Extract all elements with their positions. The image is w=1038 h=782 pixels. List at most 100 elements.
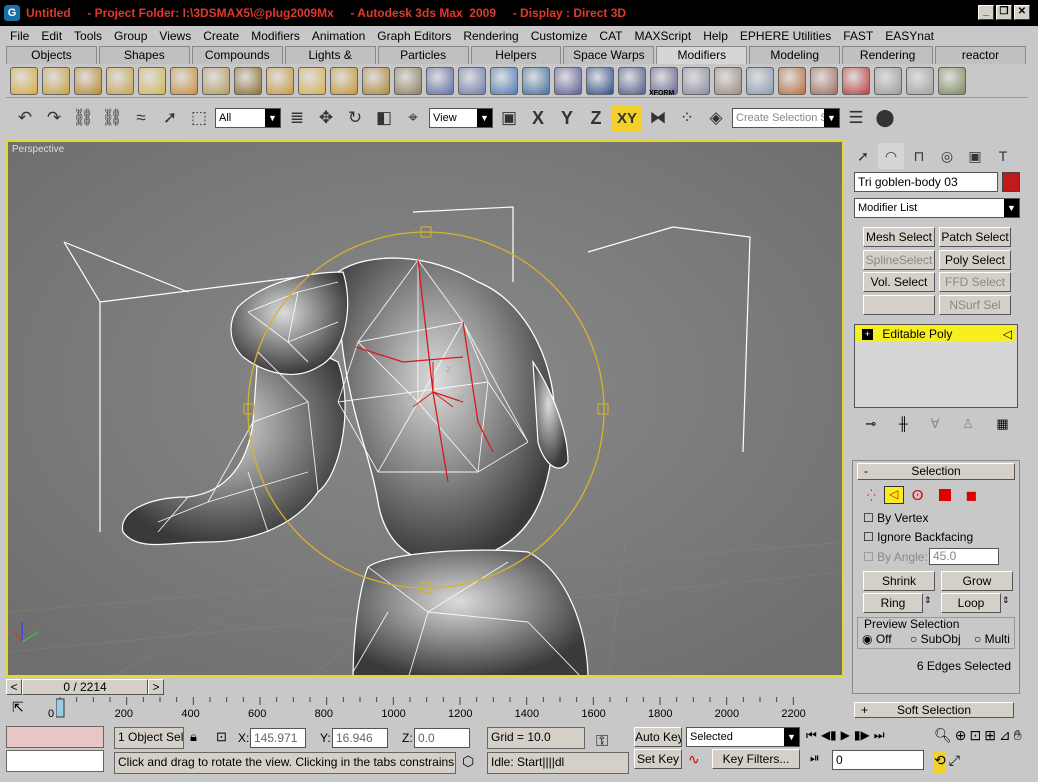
key-icon[interactable]: ⚿ bbox=[596, 733, 608, 751]
cage-icon[interactable] bbox=[714, 66, 742, 95]
menu-fast[interactable]: FAST bbox=[843, 29, 873, 43]
box-icon[interactable] bbox=[746, 66, 774, 95]
tab-reactor[interactable]: reactor bbox=[935, 46, 1026, 64]
selection-rollout-header[interactable]: - Selection bbox=[857, 463, 1015, 480]
menu-graph-editors[interactable]: Graph Editors bbox=[377, 29, 451, 43]
zoom-icon[interactable]: 🔍︎ bbox=[934, 727, 952, 749]
tab-objects[interactable]: Objects bbox=[6, 46, 97, 64]
grid-icon[interactable] bbox=[682, 66, 710, 95]
selection-region-icon[interactable]: ⬚ bbox=[186, 105, 212, 131]
grow-button[interactable]: Grow bbox=[941, 571, 1013, 591]
skin-icon[interactable] bbox=[394, 66, 422, 95]
tab-modifiers[interactable]: Modifiers bbox=[656, 46, 748, 64]
uvw-map-icon[interactable] bbox=[266, 66, 294, 95]
array-icon[interactable]: ⁘ bbox=[674, 105, 700, 131]
soft-selection-rollout-header[interactable]: + Soft Selection bbox=[854, 702, 1014, 718]
object-color-swatch[interactable] bbox=[1002, 172, 1020, 192]
tab-compounds[interactable]: Compounds bbox=[191, 46, 283, 64]
utilities-tab-icon[interactable]: T bbox=[990, 143, 1016, 169]
next-frame-button[interactable]: > bbox=[148, 679, 164, 695]
poly-select-button[interactable]: Poly Select bbox=[939, 250, 1011, 270]
arc-rotate-icon[interactable]: ⟲ bbox=[934, 751, 946, 773]
show-end-result-icon[interactable]: ╫ bbox=[899, 416, 908, 436]
key-mode-toggle-icon[interactable]: ⏯ bbox=[810, 751, 820, 766]
set-key-button[interactable]: Set Key bbox=[634, 749, 682, 769]
redo-icon[interactable]: ↷ bbox=[41, 105, 67, 131]
menu-create[interactable]: Create bbox=[203, 29, 239, 43]
axis-z-button[interactable]: Z bbox=[583, 105, 609, 131]
menu-animation[interactable]: Animation bbox=[312, 29, 365, 43]
menu-customize[interactable]: Customize bbox=[531, 29, 588, 43]
selection-filter-dropdown[interactable]: All bbox=[215, 108, 281, 128]
x-coord-field[interactable]: 145.971 bbox=[250, 728, 306, 748]
menu-maxscript[interactable]: MAXScript bbox=[635, 29, 692, 43]
auto-key-button[interactable]: Auto Key bbox=[634, 727, 682, 747]
zoom-extents-all-icon[interactable]: ⊞ bbox=[984, 727, 996, 749]
empty-modifier-button[interactable] bbox=[863, 295, 935, 315]
lathe-icon[interactable] bbox=[202, 66, 230, 95]
layer-manager-icon[interactable]: ☰ bbox=[843, 105, 869, 131]
undo-icon[interactable]: ↶ bbox=[12, 105, 38, 131]
tab-particles[interactable]: Particles bbox=[377, 46, 469, 64]
modifier-list-dropdown[interactable]: Modifier List bbox=[854, 198, 1020, 218]
create-tab-icon[interactable]: ➚ bbox=[850, 143, 876, 169]
loop-button[interactable]: Loop bbox=[941, 593, 1001, 613]
taper-icon[interactable] bbox=[42, 66, 70, 95]
time-slider-thumb[interactable]: 0 / 2214 bbox=[22, 679, 148, 695]
menu-tools[interactable]: Tools bbox=[74, 29, 102, 43]
y-coord-field[interactable]: 16.946 bbox=[332, 728, 388, 748]
axis-x-button[interactable]: X bbox=[525, 105, 551, 131]
render-icon[interactable] bbox=[938, 66, 966, 95]
menu-help[interactable]: Help bbox=[703, 29, 728, 43]
maxscript-listener-pink[interactable] bbox=[6, 726, 104, 748]
menu-edit[interactable]: Edit bbox=[41, 29, 62, 43]
menu-modifiers[interactable]: Modifiers bbox=[251, 29, 300, 43]
reference-coordinate-dropdown[interactable]: View bbox=[429, 108, 493, 128]
named-selection-sets-dropdown[interactable]: Create Selection Set bbox=[732, 108, 840, 128]
close-icon[interactable]: ✕ bbox=[1014, 5, 1030, 20]
track-bar[interactable]: ⇱ 0 200 400 600 800 1000 1200 1400 1600 1800 2000 2… bbox=[6, 697, 844, 723]
globe-icon[interactable] bbox=[778, 66, 806, 95]
viewport-label[interactable]: Perspective bbox=[12, 144, 64, 155]
spline-select-button[interactable]: SplineSelect bbox=[863, 250, 935, 270]
select-arrow-icon[interactable]: ➚ bbox=[157, 105, 183, 131]
previous-frame-button[interactable]: < bbox=[6, 679, 22, 695]
pan-icon[interactable]: ✋︎ bbox=[1014, 727, 1022, 749]
scale-icon[interactable]: ◧ bbox=[371, 105, 397, 131]
menu-ephere-utilities[interactable]: EPHERE Utilities bbox=[740, 29, 831, 43]
tab-rendering[interactable]: Rendering bbox=[842, 46, 934, 64]
curve-editor-icon[interactable]: ◈ bbox=[703, 105, 729, 131]
noise-icon[interactable] bbox=[106, 66, 134, 95]
zoom-extents-icon[interactable]: ⊡ bbox=[970, 727, 982, 749]
preview-subobj-radio[interactable]: ○ SubObj bbox=[910, 632, 961, 646]
mesh-select-button[interactable]: Mesh Select bbox=[863, 227, 935, 247]
cylinder-icon[interactable] bbox=[618, 66, 646, 95]
motion-tab-icon[interactable]: ◎ bbox=[934, 143, 960, 169]
perspective-viewport[interactable]: z x y Perspective bbox=[6, 140, 844, 677]
symmetry-icon[interactable] bbox=[842, 66, 870, 95]
open-mini-curve-editor-icon[interactable]: ⇱ bbox=[12, 699, 24, 716]
modify-tab-icon[interactable]: ◠ bbox=[878, 143, 904, 169]
menu-rendering[interactable]: Rendering bbox=[463, 29, 518, 43]
lattice-icon[interactable] bbox=[330, 66, 358, 95]
bend-icon[interactable] bbox=[10, 66, 38, 95]
loop-spinner-icon[interactable]: ⇕ bbox=[1002, 595, 1010, 606]
select-by-name-icon[interactable]: ≣ bbox=[284, 105, 310, 131]
by-vertex-checkbox[interactable]: ☐ By Vertex bbox=[863, 511, 928, 525]
key-mode-dropdown[interactable]: Selected bbox=[686, 727, 800, 747]
make-unique-icon[interactable]: ∀ bbox=[931, 416, 940, 436]
tab-shapes[interactable]: Shapes bbox=[98, 46, 190, 64]
menu-file[interactable]: File bbox=[10, 29, 29, 43]
absolute-mode-icon[interactable]: ⊡ bbox=[216, 729, 227, 745]
sphere-icon[interactable] bbox=[586, 66, 614, 95]
wrap-icon[interactable] bbox=[458, 66, 486, 95]
play-icon[interactable]: ▶ bbox=[841, 728, 850, 746]
previous-key-icon[interactable]: ◀▮ bbox=[821, 728, 837, 746]
menu-group[interactable]: Group bbox=[114, 29, 147, 43]
extrude-icon[interactable] bbox=[234, 66, 262, 95]
unlink-icon[interactable]: ⛓ bbox=[99, 105, 125, 131]
morph-icon[interactable] bbox=[426, 66, 454, 95]
menu-easynat[interactable]: EASYnat bbox=[885, 29, 934, 43]
bind-spacewarp-icon[interactable]: ≈ bbox=[128, 105, 154, 131]
next-key-icon[interactable]: ▮▶ bbox=[854, 728, 870, 746]
